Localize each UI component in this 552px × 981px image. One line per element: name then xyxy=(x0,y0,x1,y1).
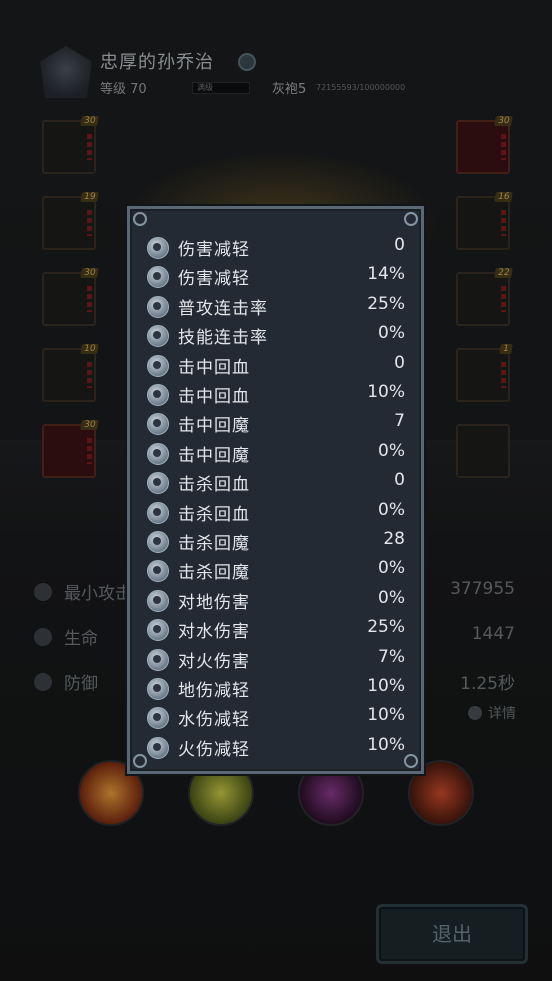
row-label: 击杀回血 xyxy=(178,475,250,496)
shield-icon xyxy=(147,266,169,289)
corner-ornament xyxy=(404,212,418,226)
popup-row: 击杀回血 0 xyxy=(130,467,421,496)
hit-mana-icon xyxy=(147,442,169,465)
water-resist-icon xyxy=(147,707,169,730)
row-label: 水伤减轻 xyxy=(178,710,250,731)
earth-icon xyxy=(147,589,169,612)
popup-row: 击杀回魔 0% xyxy=(130,555,421,584)
row-label: 击杀回血 xyxy=(178,504,250,525)
popup-row: 伤害减轻 0 xyxy=(130,232,421,261)
earth-resist-icon xyxy=(147,678,169,700)
row-label: 击杀回魔 xyxy=(178,534,250,554)
kill-heal-icon xyxy=(147,501,169,524)
row-value: 28 xyxy=(383,529,405,549)
fire-resist-icon xyxy=(147,736,169,759)
row-label: 普攻连击率 xyxy=(178,298,268,319)
popup-row: 击中回魔 0% xyxy=(130,438,421,467)
row-value: 0 xyxy=(394,235,405,255)
row-value: 10% xyxy=(367,705,405,726)
combo-icon xyxy=(147,295,169,318)
kill-heal-icon xyxy=(147,472,169,495)
row-value: 14% xyxy=(367,264,405,285)
popup-row: 击中回血 0 xyxy=(130,350,421,379)
popup-row: 伤害减轻 14% xyxy=(130,261,421,290)
kill-mana-icon xyxy=(147,560,169,583)
row-label: 对地伤害 xyxy=(178,592,250,613)
popup-row: 击中回血 10% xyxy=(130,379,421,408)
row-value: 0 xyxy=(394,470,405,491)
popup-row: 对水伤害 25% xyxy=(130,614,421,643)
skill-combo-icon xyxy=(147,325,169,348)
shield-icon xyxy=(147,237,169,259)
row-label: 对火伤害 xyxy=(178,651,250,672)
popup-row: 击杀回魔 28 xyxy=(130,526,421,555)
row-label: 击中回血 xyxy=(178,357,250,378)
row-label: 击中回魔 xyxy=(178,445,250,466)
row-value: 10% xyxy=(367,676,405,696)
row-label: 击中回血 xyxy=(178,387,250,407)
hit-mana-icon xyxy=(147,413,169,436)
row-label: 击中回魔 xyxy=(178,416,250,437)
row-value: 25% xyxy=(367,293,405,314)
popup-row: 火伤减轻 10% xyxy=(130,732,421,761)
row-value: 0 xyxy=(394,352,405,373)
popup-row: 水伤减轻 10% xyxy=(130,702,421,731)
kill-mana-icon xyxy=(147,531,169,553)
popup-row: 普攻连击率 25% xyxy=(130,291,421,320)
fire-icon xyxy=(147,648,169,671)
popup-row: 击杀回血 0% xyxy=(130,497,421,526)
row-label: 对水伤害 xyxy=(178,622,250,643)
row-value: 10% xyxy=(367,382,405,402)
popup-row: 地伤减轻 10% xyxy=(130,673,421,702)
row-value: 7% xyxy=(378,646,405,667)
row-label: 地伤减轻 xyxy=(178,681,250,701)
row-label: 技能连击率 xyxy=(178,328,268,349)
popup-row: 对地伤害 0% xyxy=(130,585,421,614)
stats-detail-popup: 伤害减轻 0 伤害减轻 14% 普攻连击率 25% 技能连击率 0% 击中回血 0 击中回血 10% 击… xyxy=(127,206,424,774)
row-value: 25% xyxy=(367,617,405,638)
row-value: 0% xyxy=(378,499,405,520)
row-value: 10% xyxy=(367,734,405,755)
row-label: 伤害减轻 xyxy=(178,240,250,260)
row-value: 0% xyxy=(378,440,405,461)
row-value: 0% xyxy=(378,587,405,608)
hit-heal-icon xyxy=(147,384,169,406)
row-label: 伤害减轻 xyxy=(178,269,250,290)
row-value: 0% xyxy=(378,323,405,344)
corner-ornament xyxy=(133,212,147,226)
popup-row: 技能连击率 0% xyxy=(130,320,421,349)
row-value: 0% xyxy=(378,558,405,579)
popup-row: 对火伤害 7% xyxy=(130,644,421,673)
water-icon xyxy=(147,619,169,642)
row-label: 火伤减轻 xyxy=(178,739,250,760)
row-label: 击杀回魔 xyxy=(178,563,250,584)
row-value: 7 xyxy=(394,411,405,432)
hit-heal-icon xyxy=(147,354,169,377)
popup-row: 击中回魔 7 xyxy=(130,408,421,437)
